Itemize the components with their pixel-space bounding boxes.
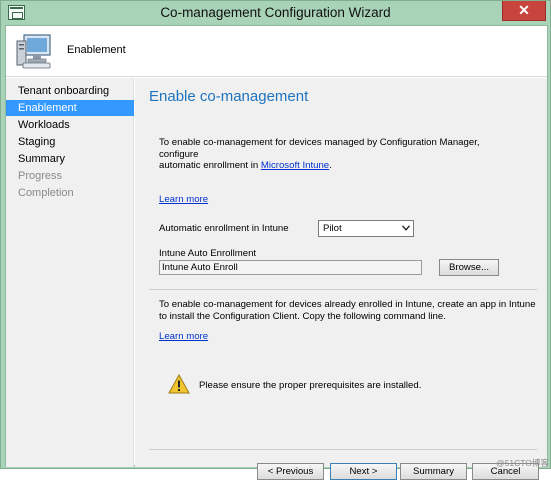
wizard-nav: Tenant onboarding Enablement Workloads S… <box>6 78 134 467</box>
wizard-client-area: Enablement Tenant onboarding Enablement … <box>5 25 548 480</box>
next-button[interactable]: Next > <box>330 463 397 480</box>
microsoft-intune-link[interactable]: Microsoft Intune <box>261 160 329 171</box>
page-title: Enable co-management <box>149 88 309 105</box>
wizard-window: Co-management Configuration Wizard ✕ Ena… <box>0 0 551 480</box>
section-divider <box>149 289 537 290</box>
warning-text: Please ensure the proper prerequisites a… <box>199 380 422 391</box>
learn-more-link-1[interactable]: Learn more <box>159 194 208 205</box>
summary-button[interactable]: Summary <box>400 463 467 480</box>
chevron-down-icon <box>402 225 410 231</box>
nav-item-workloads[interactable]: Workloads <box>6 117 134 133</box>
watermark-text: @51CTO博客 <box>496 458 549 468</box>
nav-item-tenant-onboarding[interactable]: Tenant onboarding <box>6 83 134 99</box>
intro-line-2: automatic enrollment in Microsoft Intune… <box>159 160 519 172</box>
previous-button[interactable]: < Previous <box>257 463 324 480</box>
learn-more-2-wrap: Learn more <box>159 331 519 343</box>
nav-item-enablement[interactable]: Enablement <box>6 100 134 116</box>
auto-enroll-selected: Pilot <box>323 223 342 234</box>
nav-item-completion: Completion <box>18 187 74 199</box>
learn-more-link-2[interactable]: Learn more <box>159 331 208 342</box>
section2-line-1: To enable co-management for devices alre… <box>159 299 536 310</box>
learn-more-1-wrap: Learn more <box>159 194 519 206</box>
window-title: Co-management Configuration Wizard <box>160 5 391 20</box>
nav-item-progress: Progress <box>18 170 63 182</box>
computer-icon <box>16 34 51 69</box>
close-button[interactable]: ✕ <box>502 1 546 21</box>
header-title: Enablement <box>67 44 126 56</box>
wizard-content: Enable co-management To enable co-manage… <box>135 78 547 480</box>
auto-enroll-label: Automatic enrollment in Intune <box>159 223 289 234</box>
intro-line-2-prefix: automatic enrollment in <box>159 160 261 171</box>
nav-item-summary[interactable]: Summary <box>6 151 134 167</box>
auto-enroll-dropdown[interactable]: Pilot <box>318 220 414 237</box>
intro-line-2-suffix: . <box>329 160 332 171</box>
warning-icon <box>168 374 190 394</box>
wizard-header: Enablement <box>6 26 547 77</box>
intune-auto-enrollment-field[interactable]: Intune Auto Enroll <box>159 260 422 275</box>
section2-line-2: to install the Configuration Client. Cop… <box>159 310 446 322</box>
intro-line-1: To enable co-management for devices mana… <box>159 137 480 160</box>
intune-auto-enrollment-label: Intune Auto Enrollment <box>159 248 257 259</box>
nav-item-staging[interactable]: Staging <box>6 134 134 150</box>
intro-text: To enable co-management for devices mana… <box>159 137 519 172</box>
section2-text: To enable co-management for devices alre… <box>159 299 539 322</box>
footer-divider <box>149 449 537 450</box>
title-bar[interactable]: Co-management Configuration Wizard ✕ <box>1 1 550 25</box>
browse-button[interactable]: Browse... <box>439 259 499 276</box>
